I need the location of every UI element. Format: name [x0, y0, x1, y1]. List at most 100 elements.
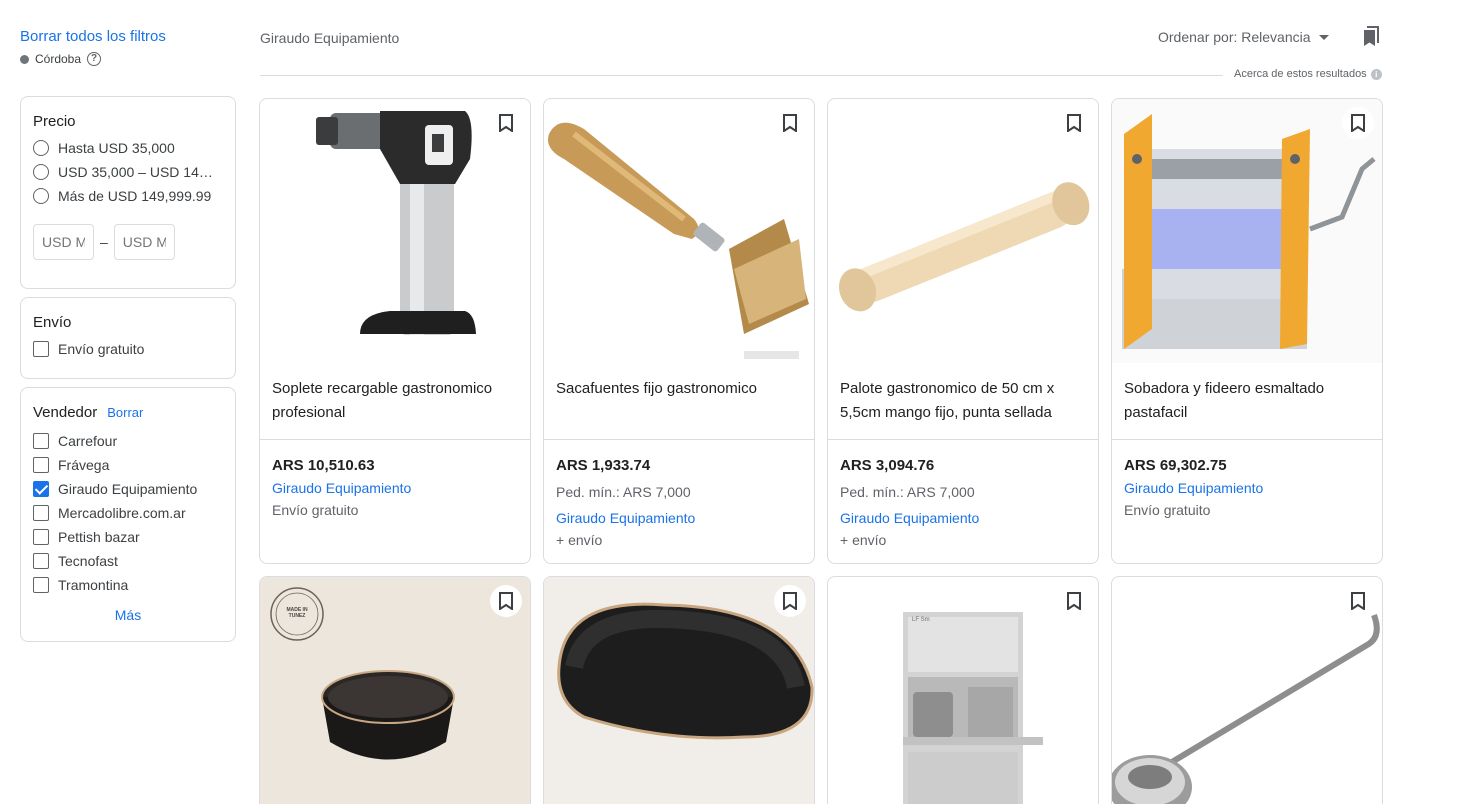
seller-option-label: Tramontina: [58, 577, 129, 593]
product-card[interactable]: MADE IN TUNEZ: [259, 576, 531, 804]
range-dash: –: [100, 234, 108, 250]
bookmark-icon[interactable]: [1058, 585, 1090, 617]
product-info: ARS 3,094.76 Ped. mín.: ARS 7,000 Giraud…: [828, 440, 1098, 551]
price-filter-title: Precio: [33, 113, 223, 130]
min-price-input[interactable]: [33, 224, 94, 260]
machine-label: LF Sm: [912, 617, 930, 623]
seller-option-mercadolibre[interactable]: Mercadolibre.com.ar: [33, 501, 223, 525]
checkbox[interactable]: [33, 553, 49, 569]
info-icon: i: [1370, 68, 1382, 80]
product-info: ARS 69,302.75 Giraudo Equipamiento Envío…: [1112, 440, 1382, 521]
product-min-order: Ped. mín.: ARS 7,000: [556, 484, 691, 500]
shipping-filter-panel: Envío Envío gratuito: [20, 297, 236, 379]
clear-all-filters-link[interactable]: Borrar todos los filtros: [20, 28, 166, 45]
price-option-0[interactable]: Hasta USD 35,000: [33, 136, 223, 160]
product-image: [1112, 577, 1382, 804]
made-in-badge: MADE IN TUNEZ: [286, 607, 308, 619]
product-shipping: Envío gratuito: [1124, 502, 1211, 518]
product-info: ARS 10,510.63 Giraudo Equipamiento Envío…: [260, 440, 530, 521]
product-image: [544, 99, 814, 363]
product-image: MADE IN TUNEZ: [260, 577, 530, 804]
bookmark-icon[interactable]: [774, 107, 806, 139]
radio-button[interactable]: [33, 140, 49, 156]
clear-seller-link[interactable]: Borrar: [107, 405, 143, 420]
product-card[interactable]: Palote gastronomico de 50 cm x 5,5cm man…: [827, 98, 1099, 564]
location-indicator: Córdoba ?: [20, 52, 102, 66]
seller-option-label: Giraudo Equipamiento: [58, 481, 198, 497]
bookmark-icon[interactable]: [490, 585, 522, 617]
bookmark-icon[interactable]: [1342, 585, 1374, 617]
product-title[interactable]: Sacafuentes fijo gastronomico: [544, 363, 814, 439]
product-image: LF Sm: [828, 577, 1098, 804]
free-shipping-label: Envío gratuito: [58, 341, 145, 357]
product-min-order: Ped. mín.: ARS 7,000: [840, 484, 975, 500]
product-price: ARS 69,302.75: [1124, 457, 1227, 474]
product-title[interactable]: Palote gastronomico de 50 cm x 5,5cm man…: [828, 363, 1098, 439]
checkbox[interactable]: [33, 505, 49, 521]
checkbox[interactable]: [33, 433, 49, 449]
product-title[interactable]: Sobadora y fideero esmaltado pastafacil: [1112, 363, 1382, 439]
radio-button[interactable]: [33, 188, 49, 204]
product-shipping: Envío gratuito: [272, 502, 359, 518]
checkbox-checked[interactable]: [33, 481, 49, 497]
product-seller[interactable]: Giraudo Equipamiento: [556, 507, 802, 529]
seller-option-label: Tecnofast: [58, 553, 118, 569]
active-seller-filter: Giraudo Equipamiento: [260, 30, 400, 46]
about-results[interactable]: Acerca de estos resultados i: [1234, 68, 1382, 80]
sort-label: Ordenar por: Relevancia: [1158, 29, 1311, 45]
product-seller[interactable]: Giraudo Equipamiento: [840, 507, 1086, 529]
bookmark-icon[interactable]: [1342, 107, 1374, 139]
help-icon[interactable]: ?: [87, 52, 102, 66]
location-dot-icon: [20, 54, 29, 64]
product-seller[interactable]: Giraudo Equipamiento: [272, 477, 518, 499]
product-card[interactable]: Soplete recargable gastronomico profesio…: [259, 98, 531, 564]
radio-button[interactable]: [33, 164, 49, 180]
shipping-filter-title: Envío: [33, 314, 223, 331]
product-title[interactable]: Soplete recargable gastronomico profesio…: [260, 363, 530, 439]
seller-option-label: Carrefour: [58, 433, 118, 449]
price-option-label: USD 35,000 – USD 149…: [58, 164, 220, 180]
seller-option-carrefour[interactable]: Carrefour: [33, 429, 223, 453]
product-image: [1112, 99, 1382, 363]
checkbox[interactable]: [33, 529, 49, 545]
location-label: Córdoba: [35, 52, 82, 66]
seller-option-tramontina[interactable]: Tramontina: [33, 573, 223, 597]
product-seller[interactable]: Giraudo Equipamiento: [1124, 477, 1370, 499]
saved-items-icon[interactable]: [1360, 26, 1380, 53]
checkbox[interactable]: [33, 577, 49, 593]
price-option-label: Más de USD 149,999.99: [58, 188, 212, 204]
price-option-1[interactable]: USD 35,000 – USD 149…: [33, 160, 223, 184]
price-title-text: Precio: [33, 113, 76, 130]
product-card[interactable]: LF Sm: [827, 576, 1099, 804]
free-shipping-option[interactable]: Envío gratuito: [33, 337, 223, 361]
price-filter-panel: Precio Hasta USD 35,000 USD 35,000 – USD…: [20, 96, 236, 289]
bookmark-icon[interactable]: [774, 585, 806, 617]
sort-dropdown[interactable]: Ordenar por: Relevancia: [1158, 29, 1329, 45]
more-sellers-link[interactable]: Más: [33, 607, 223, 623]
header-divider: [260, 75, 1223, 76]
product-image: [544, 577, 814, 804]
bookmark-icon[interactable]: [1058, 107, 1090, 139]
max-price-input[interactable]: [113, 224, 175, 260]
seller-option-pettish[interactable]: Pettish bazar: [33, 525, 223, 549]
product-card[interactable]: [1111, 576, 1383, 804]
product-price: ARS 1,933.74: [556, 457, 651, 474]
product-card[interactable]: [543, 576, 815, 804]
shipping-title-text: Envío: [33, 314, 72, 331]
seller-option-tecnofast[interactable]: Tecnofast: [33, 549, 223, 573]
bookmark-icon[interactable]: [490, 107, 522, 139]
product-card[interactable]: Sobadora y fideero esmaltado pastafacil …: [1111, 98, 1383, 564]
price-range: –: [33, 224, 223, 260]
seller-option-giraudo[interactable]: Giraudo Equipamiento: [33, 477, 223, 501]
seller-option-label: Pettish bazar: [58, 529, 140, 545]
product-shipping: + envío: [840, 532, 887, 548]
price-option-2[interactable]: Más de USD 149,999.99: [33, 184, 223, 208]
product-info: ARS 1,933.74 Ped. mín.: ARS 7,000 Giraud…: [544, 440, 814, 551]
checkbox[interactable]: [33, 457, 49, 473]
product-image: [260, 99, 530, 363]
seller-option-label: Frávega: [58, 457, 110, 473]
seller-option-label: Mercadolibre.com.ar: [58, 505, 186, 521]
checkbox[interactable]: [33, 341, 49, 357]
product-card[interactable]: Sacafuentes fijo gastronomico ARS 1,933.…: [543, 98, 815, 564]
seller-option-fravega[interactable]: Frávega: [33, 453, 223, 477]
